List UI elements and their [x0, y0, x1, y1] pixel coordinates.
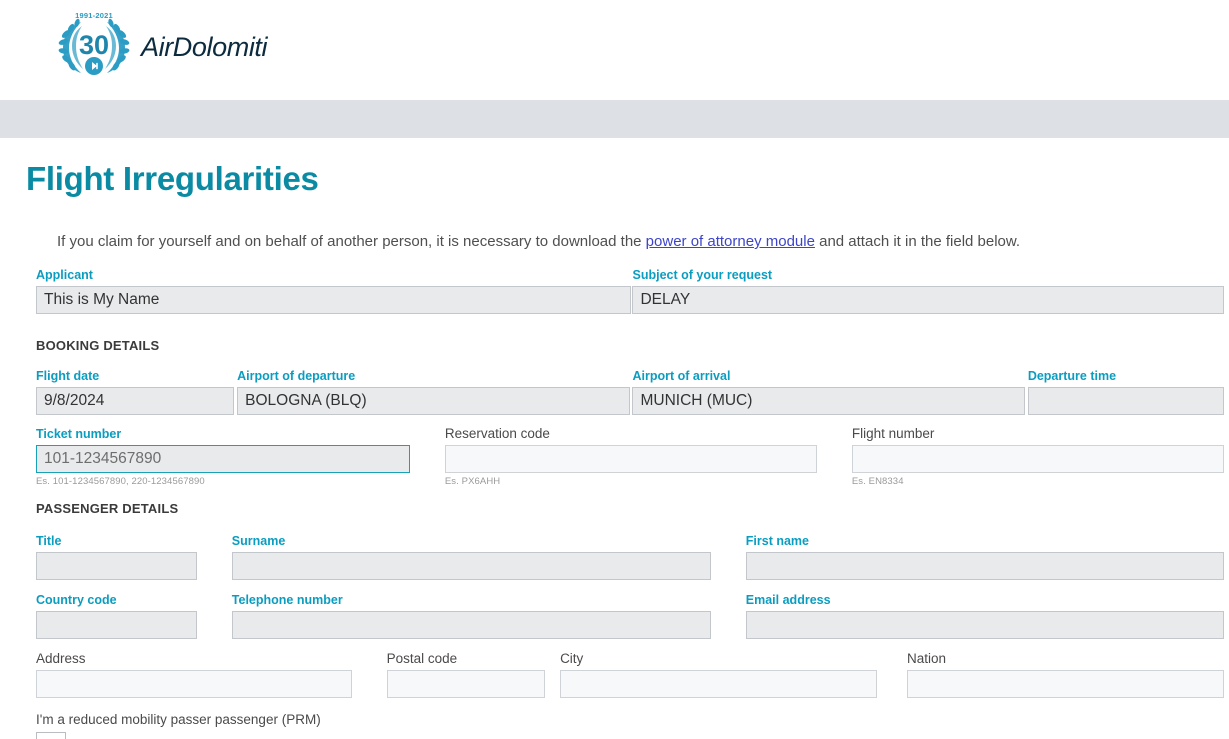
passenger-row-2: Country code Telephone number Email addr… — [0, 580, 1229, 639]
ticket-number-label: Ticket number — [36, 426, 122, 441]
passenger-details-heading: PASSENGER DETAILS — [36, 500, 179, 516]
country-code-field: Country code — [36, 592, 197, 639]
first-name-label: First name — [745, 533, 809, 548]
booking-row-2: Ticket number Es. 101-1234567890, 220-12… — [0, 415, 1229, 488]
airdolomiti-logo[interactable]: 1991-2021 30 AirDolomiti — [55, 8, 268, 82]
flight-number-hint: Es. EN8334 — [851, 475, 904, 487]
subject-input[interactable] — [632, 285, 1224, 314]
postal-code-field: Postal code — [386, 650, 546, 698]
telephone-input[interactable] — [231, 610, 711, 639]
airport-departure-field: Airport of departure — [237, 368, 630, 415]
prm-checkbox[interactable] — [36, 731, 66, 739]
flight-date-field: Flight date — [36, 368, 235, 415]
booking-row-1: Flight date Airport of departure Airport… — [0, 353, 1229, 415]
city-field: City — [560, 650, 878, 698]
subject-field: Subject of your request — [632, 267, 1224, 314]
country-code-label: Country code — [36, 592, 117, 607]
reservation-code-label: Reservation code — [444, 425, 550, 441]
anniversary-badge-icon: 1991-2021 30 — [55, 8, 133, 82]
nav-band — [0, 100, 1229, 138]
title-label: Title — [36, 533, 62, 548]
postal-code-input[interactable] — [386, 669, 546, 698]
airport-departure-label: Airport of departure — [237, 368, 356, 383]
flight-date-input[interactable] — [36, 386, 235, 415]
nation-input[interactable] — [906, 669, 1224, 698]
airport-arrival-label: Airport of arrival — [632, 368, 731, 383]
intro-text: If you claim for yourself and on behalf … — [0, 198, 1229, 252]
title-input[interactable] — [36, 551, 197, 580]
email-field: Email address — [745, 592, 1224, 639]
svg-text:1991-2021: 1991-2021 — [75, 11, 113, 20]
address-input[interactable] — [36, 669, 353, 698]
city-input[interactable] — [560, 669, 878, 698]
surname-input[interactable] — [231, 551, 711, 580]
email-input[interactable] — [745, 610, 1224, 639]
address-field: Address — [36, 650, 353, 698]
flight-number-label: Flight number — [851, 425, 935, 441]
airport-departure-input[interactable] — [237, 386, 630, 415]
applicant-label: Applicant — [36, 267, 93, 282]
surname-field: Surname — [231, 533, 711, 580]
applicant-input[interactable] — [36, 285, 631, 314]
prm-label: I'm a reduced mobility passer passenger … — [36, 711, 321, 727]
page-title: Flight Irregularities — [26, 160, 319, 197]
first-name-field: First name — [745, 533, 1224, 580]
reservation-code-hint: Es. PX6AHH — [444, 475, 501, 487]
irregularity-form: Applicant Subject of your request BOOKIN… — [0, 252, 1229, 739]
departure-time-field: Departure time — [1027, 368, 1224, 415]
reservation-code-field: Reservation code Es. PX6AHH — [444, 425, 818, 488]
reservation-code-input[interactable] — [444, 444, 818, 473]
title-field: Title — [36, 533, 197, 580]
site-header: 1991-2021 30 AirDolomiti — [0, 0, 1229, 100]
ticket-number-input[interactable] — [36, 444, 411, 473]
airdolomiti-wordmark: AirDolomiti — [141, 31, 268, 62]
address-label: Address — [36, 650, 86, 666]
telephone-field: Telephone number — [231, 592, 711, 639]
surname-label: Surname — [231, 533, 286, 548]
power-of-attorney-link[interactable]: power of attorney module — [646, 233, 815, 250]
flight-date-label: Flight date — [36, 368, 100, 383]
nation-label: Nation — [906, 650, 946, 666]
flight-number-field: Flight number Es. EN8334 — [851, 425, 1225, 488]
intro-text-after: and attach it in the field below. — [814, 233, 1021, 250]
intro-text-before: If you claim for yourself and on behalf … — [57, 233, 646, 250]
telephone-label: Telephone number — [231, 592, 343, 607]
subject-label: Subject of your request — [632, 267, 773, 282]
ticket-number-field: Ticket number Es. 101-1234567890, 220-12… — [36, 426, 411, 488]
nation-field: Nation — [906, 650, 1224, 698]
postal-code-label: Postal code — [386, 650, 458, 666]
airport-arrival-input[interactable] — [632, 386, 1025, 415]
departure-time-input[interactable] — [1027, 386, 1224, 415]
flight-number-input[interactable] — [851, 444, 1225, 473]
applicant-field: Applicant — [36, 267, 631, 314]
first-name-input[interactable] — [745, 551, 1224, 580]
departure-time-label: Departure time — [1027, 368, 1117, 383]
city-label: City — [560, 650, 584, 666]
passenger-row-1: Title Surname First name — [0, 516, 1229, 580]
svg-text:30: 30 — [79, 30, 109, 60]
booking-details-heading: BOOKING DETAILS — [36, 337, 160, 353]
airport-arrival-field: Airport of arrival — [632, 368, 1025, 415]
country-code-input[interactable] — [36, 610, 197, 639]
ticket-number-hint: Es. 101-1234567890, 220-1234567890 — [36, 475, 205, 487]
email-label: Email address — [745, 592, 831, 607]
applicant-row: Applicant Subject of your request — [0, 252, 1229, 314]
prm-field: I'm a reduced mobility passer passenger … — [0, 698, 1229, 739]
page-root: 1991-2021 30 AirDolomiti Flight Irregula… — [0, 0, 1229, 739]
passenger-row-3: Address Postal code City Nation — [0, 639, 1229, 698]
